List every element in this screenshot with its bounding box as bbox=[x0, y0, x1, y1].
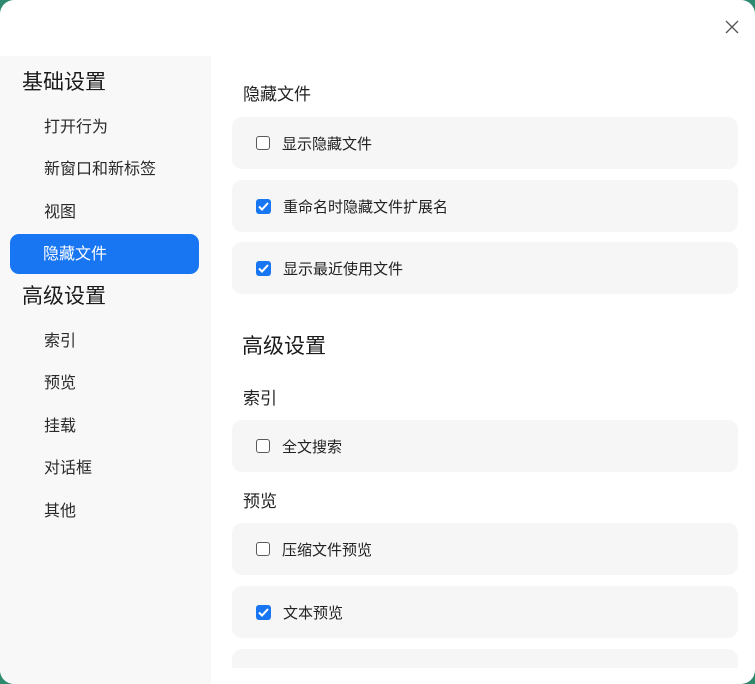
option-full-text-search[interactable]: 全文搜索 bbox=[232, 420, 738, 472]
option-label: 显示最近使用文件 bbox=[283, 259, 404, 278]
group-title-advanced: 高级设置 bbox=[242, 334, 326, 358]
checkbox-show-recent-files[interactable] bbox=[256, 260, 271, 276]
sidebar-item-mount[interactable]: 挂载 bbox=[0, 406, 211, 446]
close-button[interactable] bbox=[721, 16, 743, 38]
option-archive-preview[interactable]: 压缩文件预览 bbox=[232, 523, 738, 575]
checkbox-partially-visible[interactable] bbox=[256, 667, 271, 668]
nav-group-basic[interactable]: 基础设置 bbox=[0, 60, 211, 104]
option-label: 文本预览 bbox=[283, 603, 344, 622]
option-label: 全文搜索 bbox=[282, 437, 343, 456]
nav-group-advanced[interactable]: 高级设置 bbox=[0, 274, 211, 318]
option-show-recent-files[interactable]: 显示最近使用文件 bbox=[232, 242, 738, 294]
checkbox-hide-extension-on-rename[interactable] bbox=[256, 198, 271, 214]
sidebar-item-index[interactable]: 索引 bbox=[0, 321, 211, 361]
option-text-preview[interactable]: 文本预览 bbox=[232, 586, 738, 638]
checkbox-show-hidden-files[interactable] bbox=[256, 136, 270, 150]
checkbox-archive-preview[interactable] bbox=[256, 542, 270, 556]
close-icon bbox=[725, 20, 739, 34]
section-title-preview: 预览 bbox=[243, 492, 277, 512]
sidebar-item-dialog[interactable]: 对话框 bbox=[0, 448, 211, 488]
sidebar-item-other[interactable]: 其他 bbox=[0, 491, 211, 531]
checkmark-icon bbox=[258, 607, 269, 617]
option-label: 压缩文件预览 bbox=[282, 540, 373, 559]
settings-window: 基础设置 打开行为 新窗口和新标签 视图 隐藏文件 高级设置 索引 预览 挂载 … bbox=[0, 0, 755, 684]
checkmark-icon bbox=[258, 201, 269, 211]
sidebar-item-view[interactable]: 视图 bbox=[0, 192, 211, 232]
option-label: 重命名时隐藏文件扩展名 bbox=[283, 197, 449, 216]
checkmark-icon bbox=[258, 263, 269, 273]
settings-content[interactable]: 隐藏文件 显示隐藏文件 重命名时隐藏文件扩展名 显示最近使用文件 高级设置 索引… bbox=[221, 56, 755, 668]
checkbox-text-preview[interactable] bbox=[256, 604, 271, 620]
section-title-hidden-files: 隐藏文件 bbox=[243, 85, 311, 105]
sidebar-item-preview[interactable]: 预览 bbox=[0, 363, 211, 403]
section-title-index: 索引 bbox=[243, 389, 277, 409]
option-partially-visible[interactable] bbox=[232, 649, 738, 668]
sidebar-item-open-behavior[interactable]: 打开行为 bbox=[0, 107, 211, 147]
option-show-hidden-files[interactable]: 显示隐藏文件 bbox=[232, 117, 738, 169]
option-label: 显示隐藏文件 bbox=[282, 134, 373, 153]
sidebar-item-new-window-tab[interactable]: 新窗口和新标签 bbox=[0, 149, 211, 189]
sidebar-item-hidden-files[interactable]: 隐藏文件 bbox=[10, 234, 199, 274]
checkbox-full-text-search[interactable] bbox=[256, 439, 270, 453]
option-hide-extension-on-rename[interactable]: 重命名时隐藏文件扩展名 bbox=[232, 180, 738, 232]
settings-sidebar: 基础设置 打开行为 新窗口和新标签 视图 隐藏文件 高级设置 索引 预览 挂载 … bbox=[0, 56, 211, 684]
